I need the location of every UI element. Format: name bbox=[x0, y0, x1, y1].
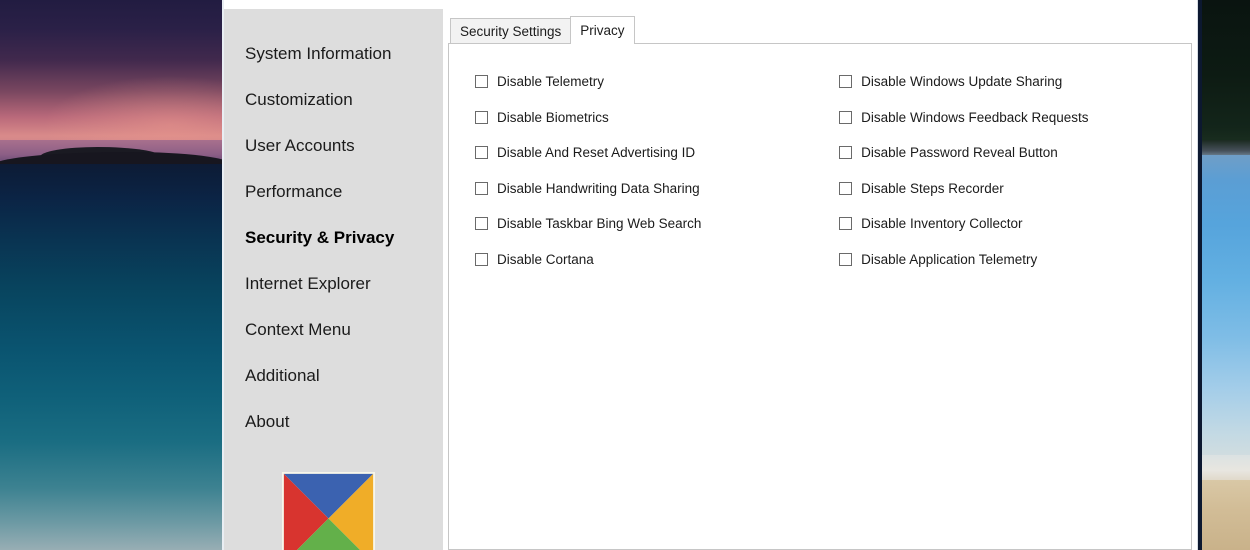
checkbox-label: Disable Windows Feedback Requests bbox=[861, 109, 1089, 125]
checkbox-label: Disable Telemetry bbox=[497, 74, 605, 90]
checkbox-label: Disable Windows Update Sharing bbox=[861, 74, 1063, 90]
checkbox-label: Disable Steps Recorder bbox=[861, 180, 1004, 196]
checkbox-box-icon[interactable] bbox=[839, 110, 853, 124]
checkbox-disable-steps-recorder[interactable]: Disable Steps Recorder bbox=[839, 171, 1191, 207]
checkbox-box-icon[interactable] bbox=[839, 75, 853, 89]
privacy-options-grid: Disable Telemetry Disable Biometrics Dis… bbox=[449, 44, 1191, 277]
sidebar-item-performance[interactable]: Performance bbox=[224, 169, 443, 215]
checkbox-label: Disable Inventory Collector bbox=[861, 216, 1023, 232]
checkbox-disable-handwriting-data-sharing[interactable]: Disable Handwriting Data Sharing bbox=[475, 171, 814, 207]
content-pane: Security Settings Privacy Disable Teleme… bbox=[443, 9, 1197, 550]
checkbox-box-icon[interactable] bbox=[475, 252, 488, 266]
sidebar-item-system-information[interactable]: System Information bbox=[224, 31, 443, 77]
tabstrip: Security Settings Privacy bbox=[448, 15, 1197, 44]
checkbox-box-icon[interactable] bbox=[475, 75, 488, 89]
checkbox-disable-password-reveal-button[interactable]: Disable Password Reveal Button bbox=[839, 135, 1191, 171]
checkbox-label: Disable And Reset Advertising ID bbox=[497, 145, 696, 161]
checkbox-box-icon[interactable] bbox=[475, 146, 488, 160]
screen: System Information Customization User Ac… bbox=[0, 0, 1250, 550]
checkbox-label: Disable Biometrics bbox=[497, 109, 609, 125]
desktop-wallpaper-right bbox=[1202, 0, 1250, 550]
sidebar-item-customization[interactable]: Customization bbox=[224, 77, 443, 123]
privacy-options-left-column: Disable Telemetry Disable Biometrics Dis… bbox=[449, 64, 814, 277]
window-body: System Information Customization User Ac… bbox=[224, 9, 1197, 550]
checkbox-box-icon[interactable] bbox=[839, 217, 853, 231]
checkbox-label: Disable Application Telemetry bbox=[861, 251, 1038, 267]
tab-security-settings[interactable]: Security Settings bbox=[450, 18, 572, 43]
privacy-options-right-column: Disable Windows Update Sharing Disable W… bbox=[814, 64, 1191, 277]
checkbox-box-icon[interactable] bbox=[839, 252, 853, 266]
checkbox-disable-biometrics[interactable]: Disable Biometrics bbox=[475, 100, 814, 136]
sidebar-nav-list: System Information Customization User Ac… bbox=[224, 9, 443, 445]
pinwheel-logo bbox=[282, 472, 375, 550]
sidebar-item-about[interactable]: About bbox=[224, 399, 443, 445]
checkbox-label: Disable Handwriting Data Sharing bbox=[497, 180, 700, 196]
checkbox-disable-inventory-collector[interactable]: Disable Inventory Collector bbox=[839, 206, 1191, 242]
privacy-tab-panel: Disable Telemetry Disable Biometrics Dis… bbox=[448, 43, 1192, 550]
sidebar-item-internet-explorer[interactable]: Internet Explorer bbox=[224, 261, 443, 307]
sidebar-item-user-accounts[interactable]: User Accounts bbox=[224, 123, 443, 169]
checkbox-box-icon[interactable] bbox=[475, 217, 488, 231]
tab-privacy[interactable]: Privacy bbox=[570, 16, 635, 44]
pinwheel-logo-svg bbox=[282, 472, 375, 550]
checkbox-disable-windows-feedback-requests[interactable]: Disable Windows Feedback Requests bbox=[839, 100, 1191, 136]
desktop-wallpaper-left bbox=[0, 0, 222, 550]
app-window: System Information Customization User Ac… bbox=[222, 0, 1198, 550]
wallpaper-surf bbox=[1202, 455, 1250, 483]
sidebar-item-security-and-privacy[interactable]: Security & Privacy bbox=[224, 215, 443, 261]
sidebar: System Information Customization User Ac… bbox=[224, 9, 443, 550]
checkbox-label: Disable Taskbar Bing Web Search bbox=[497, 216, 702, 232]
checkbox-disable-application-telemetry[interactable]: Disable Application Telemetry bbox=[839, 242, 1191, 278]
checkbox-disable-taskbar-bing-web-search[interactable]: Disable Taskbar Bing Web Search bbox=[475, 206, 814, 242]
wallpaper-foliage bbox=[1202, 0, 1250, 150]
checkbox-box-icon[interactable] bbox=[475, 181, 488, 195]
sidebar-item-additional[interactable]: Additional bbox=[224, 353, 443, 399]
wallpaper-sand bbox=[1202, 480, 1250, 550]
sidebar-item-context-menu[interactable]: Context Menu bbox=[224, 307, 443, 353]
wallpaper-sea bbox=[0, 164, 222, 550]
checkbox-disable-and-reset-advertising-id[interactable]: Disable And Reset Advertising ID bbox=[475, 135, 814, 171]
checkbox-box-icon[interactable] bbox=[475, 110, 488, 124]
checkbox-label: Disable Password Reveal Button bbox=[861, 145, 1058, 161]
window-top-strip bbox=[224, 0, 1197, 9]
wallpaper-sunset-glow bbox=[0, 30, 222, 150]
checkbox-box-icon[interactable] bbox=[839, 181, 853, 195]
wallpaper-lagoon bbox=[1202, 155, 1250, 470]
checkbox-label: Disable Cortana bbox=[497, 251, 594, 267]
checkbox-disable-telemetry[interactable]: Disable Telemetry bbox=[475, 64, 814, 100]
checkbox-box-icon[interactable] bbox=[839, 146, 853, 160]
checkbox-disable-cortana[interactable]: Disable Cortana bbox=[475, 242, 814, 278]
checkbox-disable-windows-update-sharing[interactable]: Disable Windows Update Sharing bbox=[839, 64, 1191, 100]
